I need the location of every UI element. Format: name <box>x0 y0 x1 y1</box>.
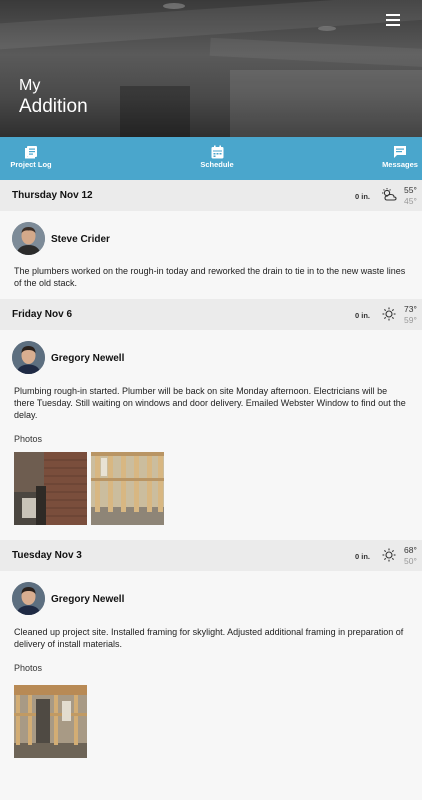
tab-bar: Project Log Schedule Messages <box>0 137 422 180</box>
tab-label: Messages <box>382 160 418 169</box>
avatar <box>12 222 45 255</box>
temperature-high: 55° <box>404 185 417 195</box>
rainfall-amount: 0 in. <box>355 192 371 201</box>
temperature-low: 45° <box>404 196 417 206</box>
hero-ceiling-light <box>163 3 185 9</box>
hero-doorway <box>120 86 190 137</box>
project-hero-banner: My Addition <box>0 0 422 137</box>
photos-label: Photos <box>14 434 43 444</box>
project-title-line2: Addition <box>19 96 88 117</box>
log-entry-text: Cleaned up project site. Installed frami… <box>14 627 404 649</box>
project-title-line1: My <box>19 77 41 94</box>
author-name: Gregory Newell <box>51 594 125 605</box>
rainfall-amount: 0 in. <box>355 311 371 320</box>
partly-cloudy-icon <box>382 188 397 201</box>
entry-date: Tuesday Nov 3 <box>12 550 82 561</box>
temperature-low: 50° <box>404 556 417 566</box>
message-icon <box>394 146 406 158</box>
temperature-high: 68° <box>404 545 417 555</box>
journal-icon <box>25 146 37 159</box>
avatar <box>12 341 45 374</box>
hero-wall <box>230 70 422 137</box>
tab-schedule[interactable]: Schedule <box>197 137 237 180</box>
tab-messages[interactable]: Messages <box>380 137 420 180</box>
temperature-low: 59° <box>404 315 417 325</box>
rainfall-amount: 0 in. <box>355 552 371 561</box>
temperature-high: 73° <box>404 304 417 314</box>
entry-date: Friday Nov 6 <box>12 309 73 320</box>
tab-project-log[interactable]: Project Log <box>10 137 52 180</box>
author-name: Gregory Newell <box>51 353 125 364</box>
hero-ceiling-light <box>318 26 336 31</box>
photo-thumbnail[interactable] <box>14 685 87 758</box>
photo-thumbnail[interactable] <box>91 452 164 525</box>
project-title: My Addition <box>19 77 88 117</box>
tab-label: Project Log <box>10 160 52 169</box>
log-entry-text: Plumbing rough-in started. Plumber will … <box>14 386 406 420</box>
hero-ceiling-beam <box>209 37 422 69</box>
calendar-icon <box>211 145 223 159</box>
avatar <box>12 582 45 615</box>
sunny-icon <box>382 307 396 321</box>
entry-date: Thursday Nov 12 <box>12 190 93 201</box>
day-header: Friday Nov 6 0 in. 73° 59° <box>0 299 422 330</box>
author-name: Steve Crider <box>51 234 110 245</box>
day-header: Tuesday Nov 3 0 in. 68° 50° <box>0 540 422 571</box>
photo-thumbnail[interactable] <box>14 452 87 525</box>
photos-label: Photos <box>14 663 43 673</box>
hamburger-menu-icon[interactable] <box>386 14 400 26</box>
log-entry-text: The plumbers worked on the rough-in toda… <box>14 266 406 288</box>
tab-label: Schedule <box>200 160 234 169</box>
sunny-icon <box>382 548 396 562</box>
day-header: Thursday Nov 12 0 in. 55° 45° <box>0 180 422 211</box>
